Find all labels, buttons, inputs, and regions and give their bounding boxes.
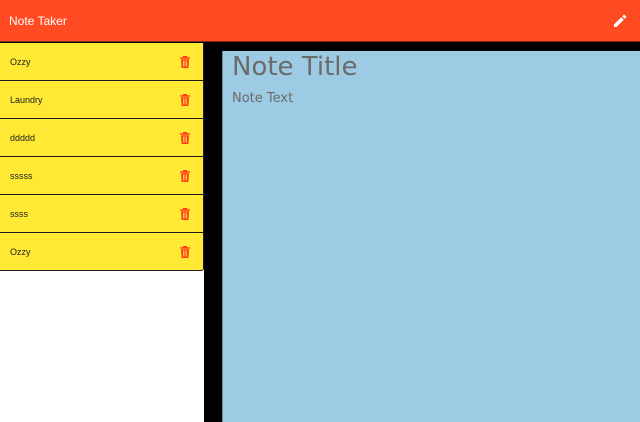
delete-note-button[interactable] bbox=[179, 245, 191, 259]
app-title: Note Taker bbox=[9, 13, 67, 28]
trash-icon bbox=[180, 131, 190, 144]
note-list-item-label: Ozzy bbox=[10, 56, 31, 67]
trash-icon bbox=[180, 169, 190, 182]
pencil-icon bbox=[614, 14, 627, 27]
note-text-input[interactable] bbox=[232, 91, 632, 411]
note-list-item[interactable]: ssss bbox=[0, 195, 204, 233]
trash-icon bbox=[180, 55, 190, 68]
trash-icon bbox=[180, 207, 190, 220]
note-list-item[interactable]: sssss bbox=[0, 157, 204, 195]
delete-note-button[interactable] bbox=[179, 131, 191, 145]
navbar: Note Taker bbox=[0, 0, 640, 42]
delete-note-button[interactable] bbox=[179, 93, 191, 107]
trash-icon bbox=[180, 93, 190, 106]
note-title-input[interactable] bbox=[232, 51, 632, 83]
note-list-item-label: ssss bbox=[10, 208, 28, 219]
new-note-button[interactable] bbox=[609, 10, 631, 32]
delete-note-button[interactable] bbox=[179, 207, 191, 221]
note-list-item[interactable]: Ozzy bbox=[0, 233, 204, 271]
trash-icon bbox=[180, 245, 190, 258]
note-list-item[interactable]: ddddd bbox=[0, 119, 204, 157]
note-list-item[interactable]: Laundry bbox=[0, 81, 204, 119]
note-editor bbox=[222, 51, 640, 422]
note-list-item-label: ddddd bbox=[10, 132, 36, 143]
delete-note-button[interactable] bbox=[179, 169, 191, 183]
delete-note-button[interactable] bbox=[179, 55, 191, 69]
divider bbox=[204, 43, 222, 422]
note-list: Ozzy Laundry ddddd sssss ssss Ozzy bbox=[0, 43, 204, 422]
note-list-item[interactable]: Ozzy bbox=[0, 43, 204, 81]
note-list-item-label: Laundry bbox=[10, 94, 43, 105]
note-list-item-label: Ozzy bbox=[10, 246, 31, 257]
note-list-item-label: sssss bbox=[10, 170, 33, 181]
